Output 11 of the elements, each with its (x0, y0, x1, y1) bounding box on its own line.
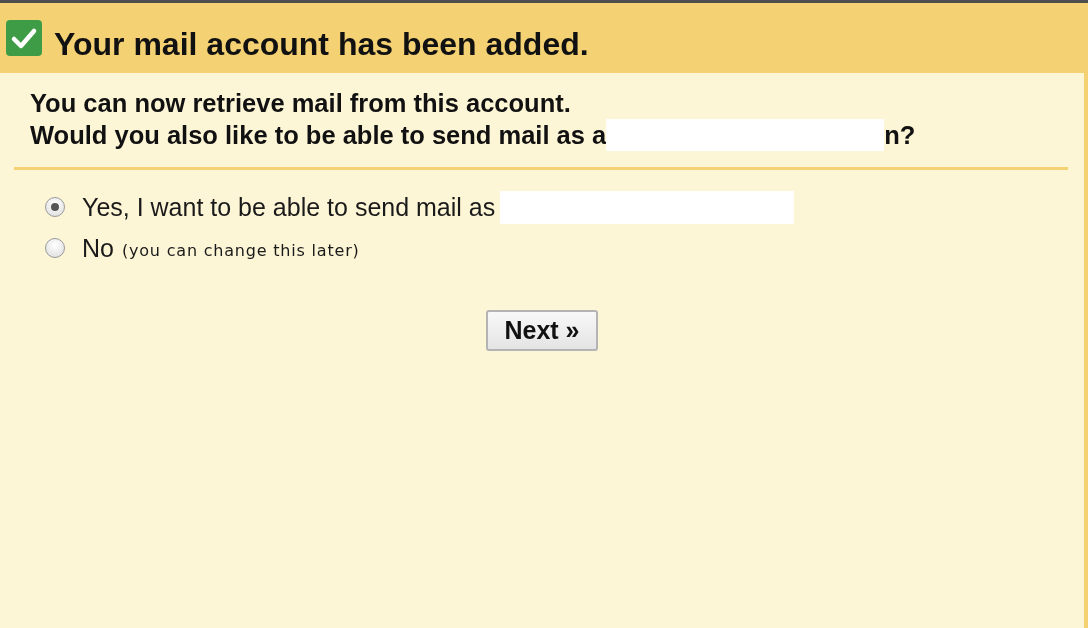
question-end-text: n? (884, 119, 916, 151)
question-text: Would you also like to be able to send mail as a (30, 119, 607, 151)
header-title: Your mail account has been added. (54, 26, 589, 63)
next-button[interactable]: Next » (486, 310, 598, 351)
radio-button[interactable] (45, 197, 65, 217)
option-label[interactable]: Yes, I want to be able to send mail as (82, 192, 496, 222)
option-note: (you can change this later) (121, 240, 360, 260)
message-text: You can now retrieve mail from this account. (30, 88, 571, 119)
option-label[interactable]: No (82, 233, 114, 263)
check-icon (6, 20, 42, 56)
radio-button[interactable] (45, 238, 65, 258)
